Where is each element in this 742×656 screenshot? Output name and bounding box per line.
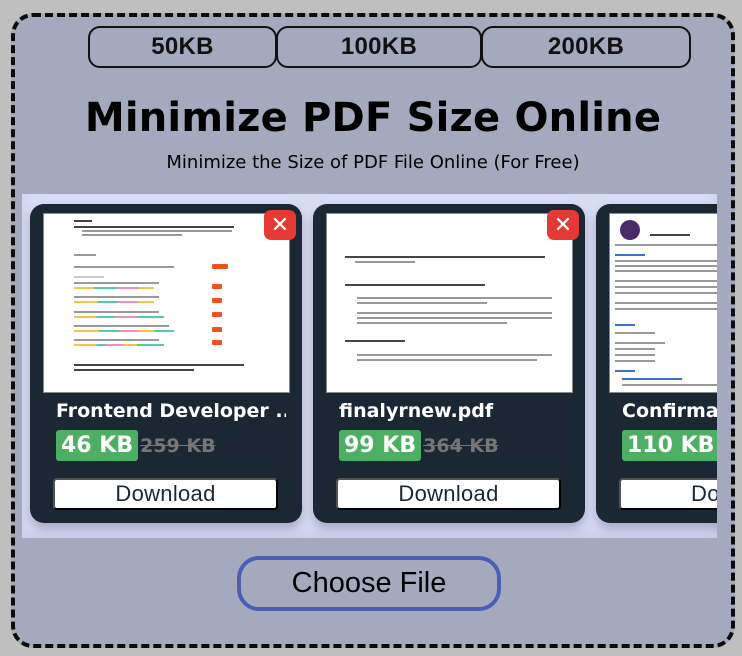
compressed-size-badge: 110 KB [622, 430, 717, 461]
file-card: Confirma 110 KB Dov [596, 204, 717, 523]
upload-dropzone: 50KB 100KB 200KB Minimize PDF Size Onlin… [11, 13, 735, 648]
file-card: ✕ Frontend Developer ... 46 KB 259 KB Do… [30, 204, 302, 523]
file-sizes: 46 KB 259 KB [56, 430, 216, 461]
close-icon: ✕ [553, 212, 573, 238]
compressed-size-badge: 46 KB [56, 430, 139, 461]
size-presets: 50KB 100KB 200KB [88, 26, 691, 68]
download-button[interactable]: Download [53, 478, 278, 510]
preset-50kb-button[interactable]: 50KB [88, 26, 277, 68]
choose-file-button[interactable]: Choose File [237, 556, 501, 611]
remove-file-button[interactable]: ✕ [264, 210, 296, 240]
file-list-scroller[interactable]: ✕ Frontend Developer ... 46 KB 259 KB Do… [22, 194, 717, 538]
original-size: 364 KB [423, 434, 499, 457]
preset-200kb-button[interactable]: 200KB [481, 26, 691, 68]
file-name: Frontend Developer ... [56, 400, 286, 422]
pdf-thumbnail [43, 213, 290, 393]
pdf-thumbnail [326, 213, 573, 393]
page-subtitle: Minimize the Size of PDF File Online (Fo… [166, 152, 580, 173]
logo-emblem [620, 220, 640, 240]
pdf-thumbnail [609, 213, 717, 393]
preset-100kb-button[interactable]: 100KB [276, 26, 482, 68]
page-title: Minimize PDF Size Online [84, 95, 662, 141]
close-icon: ✕ [270, 212, 290, 238]
file-name: Confirma [622, 400, 717, 422]
original-size: 259 KB [140, 434, 216, 457]
file-sizes: 110 KB [622, 430, 717, 461]
file-name: finalyrnew.pdf [339, 400, 494, 422]
file-card: ✕ finalyrnew.pdf 99 KB 364 KB Download [313, 204, 585, 523]
file-sizes: 99 KB 364 KB [339, 430, 499, 461]
download-button[interactable]: Dov [619, 478, 717, 510]
remove-file-button[interactable]: ✕ [547, 210, 579, 240]
download-button[interactable]: Download [336, 478, 561, 510]
compressed-size-badge: 99 KB [339, 430, 422, 461]
